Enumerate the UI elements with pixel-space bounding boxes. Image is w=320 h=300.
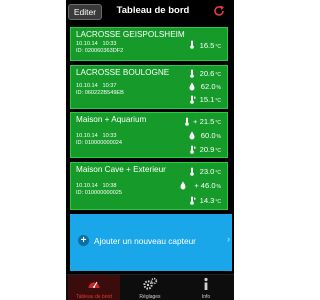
humidity-reading: 62.0% (201, 82, 221, 91)
sensor-time: 10:37 (102, 83, 117, 89)
humidity-value: 62.0 (200, 82, 216, 91)
gauge-icon (88, 281, 100, 288)
temperature-reading: 23.0°C (200, 167, 221, 176)
humidity-unit: % (216, 85, 221, 91)
dew-reading: 20.9°C (200, 145, 221, 154)
sensor-id: ID: 010000000024 (76, 140, 123, 146)
sensor-timestamp: 10.10.14 10:33 (76, 41, 116, 47)
temperature-reading: 16.5°C (200, 41, 221, 50)
edit-button[interactable]: Editer (68, 4, 102, 20)
dew-unit: °C (215, 148, 221, 154)
sensor-time: 10:33 (102, 41, 117, 47)
refresh-icon[interactable] (212, 4, 226, 18)
temperature-value: 16.5 (199, 41, 215, 50)
humidity-drop-icon (189, 131, 195, 140)
thermometer-icon (190, 40, 194, 49)
temperature-trend: + (193, 117, 198, 126)
thermometer-icon (190, 167, 194, 176)
dew-reading: 14.3°C (200, 196, 221, 205)
tab-label: Réglages (139, 294, 161, 300)
temperature-unit: °C (215, 72, 221, 78)
thermometer-icon (190, 69, 194, 78)
temperature-reading: 20.6°C (200, 69, 221, 78)
dew-reading: 15.1°C (200, 95, 221, 104)
sensor-date: 10.10.14 (76, 83, 98, 89)
sensor-name: Maison + Aquarium (76, 115, 147, 124)
sensor-id: ID: 010000000025 (76, 190, 123, 196)
add-sensor-label: Ajouter un nouveau capteur (94, 236, 196, 246)
add-sensor-button[interactable]: + Ajouter un nouveau capteur › (70, 214, 232, 271)
dew-value: 20.9 (199, 145, 215, 154)
sensor-id: ID: 020060363DF2 (76, 48, 124, 54)
sensor-date: 10.10.14 (76, 133, 98, 139)
sensor-time: 10:38 (102, 183, 117, 189)
sensor-time: 10:33 (102, 133, 117, 139)
humidity-value: 46.0 (200, 181, 216, 190)
humidity-drop-icon (180, 181, 186, 190)
temperature-unit: °C (215, 170, 221, 176)
temperature-value: 23.0 (199, 167, 215, 176)
sensor-card[interactable]: Maison + Aquarium 10.10.14 10:33 ID: 010… (70, 112, 228, 158)
humidity-reading: 60.0% (201, 131, 221, 140)
nav-bar: Editer Tableau de bord (66, 0, 234, 22)
tab-dashboard[interactable]: Tableau de bord (68, 275, 120, 300)
plus-icon: + (78, 235, 89, 246)
sensor-name: LACROSSE BOULOGNE (76, 68, 170, 77)
phone-screen: Editer Tableau de bord LACROSSE GEISPOLS… (66, 0, 234, 300)
temperature-value: 20.6 (199, 69, 215, 78)
temperature-value: 21.5 (199, 117, 215, 126)
tab-label: Tableau de bord (76, 294, 112, 300)
humidity-reading: + 46.0% (194, 181, 221, 190)
sensor-card[interactable]: Maison Cave + Exterieur 10.10.14 10:38 I… (70, 162, 228, 210)
sensor-card[interactable]: LACROSSE BOULOGNE 10.10.14 10:37 ID: 060… (70, 65, 228, 109)
humidity-unit: % (216, 134, 221, 140)
humidity-value: 60.0 (200, 131, 216, 140)
gears-icon (143, 277, 158, 290)
temperature-unit: °C (215, 44, 221, 50)
tab-info[interactable]: Info (180, 275, 232, 300)
dew-value: 15.1 (199, 95, 215, 104)
sensor-card[interactable]: LACROSSE GEISPOLSHEIM 10.10.14 10:33 ID:… (70, 27, 228, 61)
sensor-id: ID: 060222B549EB (76, 90, 124, 96)
sensor-timestamp: 10.10.14 10:33 (76, 133, 116, 139)
dew-value: 14.3 (199, 196, 215, 205)
humidity-trend: + (194, 181, 199, 190)
humidity-drop-icon (189, 82, 195, 91)
sensor-timestamp: 10.10.14 10:38 (76, 183, 116, 189)
dew-point-icon (190, 95, 196, 104)
dew-point-icon (190, 145, 196, 154)
thermometer-icon (185, 117, 189, 126)
page-title: Tableau de bord (116, 5, 190, 16)
sensor-timestamp: 10.10.14 10:37 (76, 83, 116, 89)
temperature-unit: °C (215, 120, 221, 126)
sensor-date: 10.10.14 (76, 41, 98, 47)
dew-unit: °C (215, 98, 221, 104)
sensor-name: LACROSSE GEISPOLSHEIM (76, 30, 185, 39)
sensor-name: Maison Cave + Exterieur (76, 165, 166, 174)
tab-settings[interactable]: Réglages (124, 275, 176, 300)
info-icon (204, 277, 208, 290)
dew-point-icon (190, 196, 196, 205)
dew-unit: °C (215, 199, 221, 205)
chevron-right-icon: › (227, 234, 230, 244)
tab-bar: Tableau de bord Réglages Info (66, 274, 234, 300)
sensor-date: 10.10.14 (76, 183, 98, 189)
humidity-unit: % (216, 184, 221, 190)
tab-label: Info (201, 294, 211, 300)
temperature-reading: + 21.5°C (193, 117, 221, 126)
